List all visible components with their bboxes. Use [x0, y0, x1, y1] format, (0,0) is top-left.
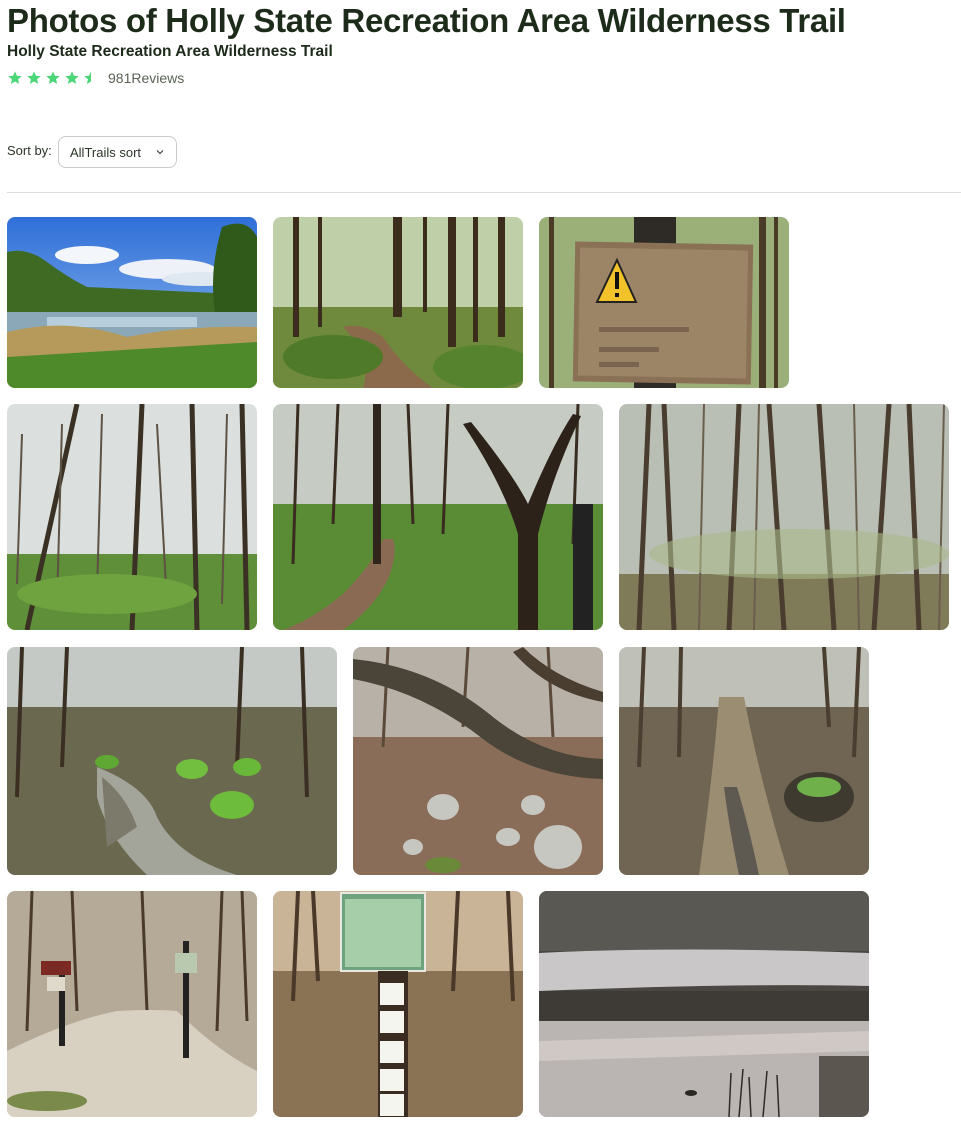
photo-pond-goose[interactable]: [539, 891, 869, 1117]
photo-forest-path[interactable]: [273, 217, 523, 388]
photo-winding-trail[interactable]: [273, 404, 603, 630]
star-icon: [45, 70, 61, 86]
photo-muddy-trail[interactable]: [619, 647, 869, 875]
star-icon: [26, 70, 42, 86]
chevron-down-icon: [156, 150, 164, 155]
photo-lake-marsh[interactable]: [7, 217, 257, 388]
photo-trail-map-post[interactable]: [273, 891, 523, 1117]
sort-selected-value: AllTrails sort: [70, 144, 142, 160]
photo-bare-forest[interactable]: [619, 404, 949, 630]
rating-row: 981Reviews: [7, 68, 184, 88]
trail-name-link[interactable]: Holly State Recreation Area Wilderness T…: [7, 43, 333, 61]
page-title: Photos of Holly State Recreation Area Wi…: [7, 2, 846, 39]
photo-woods-green-floor[interactable]: [7, 404, 257, 630]
photo-muddy-creek[interactable]: [7, 647, 337, 875]
review-count[interactable]: 981Reviews: [108, 70, 184, 86]
photo-trailhead-signs[interactable]: [7, 891, 257, 1117]
photo-warning-sign[interactable]: [539, 217, 789, 388]
half-star-icon: [83, 70, 99, 86]
divider: [7, 192, 961, 193]
sort-label: Sort by:: [7, 143, 52, 158]
star-icon: [64, 70, 80, 86]
sort-dropdown[interactable]: AllTrails sort: [58, 136, 177, 168]
photo-fallen-log-rocks[interactable]: [353, 647, 603, 875]
star-icon: [7, 70, 23, 86]
